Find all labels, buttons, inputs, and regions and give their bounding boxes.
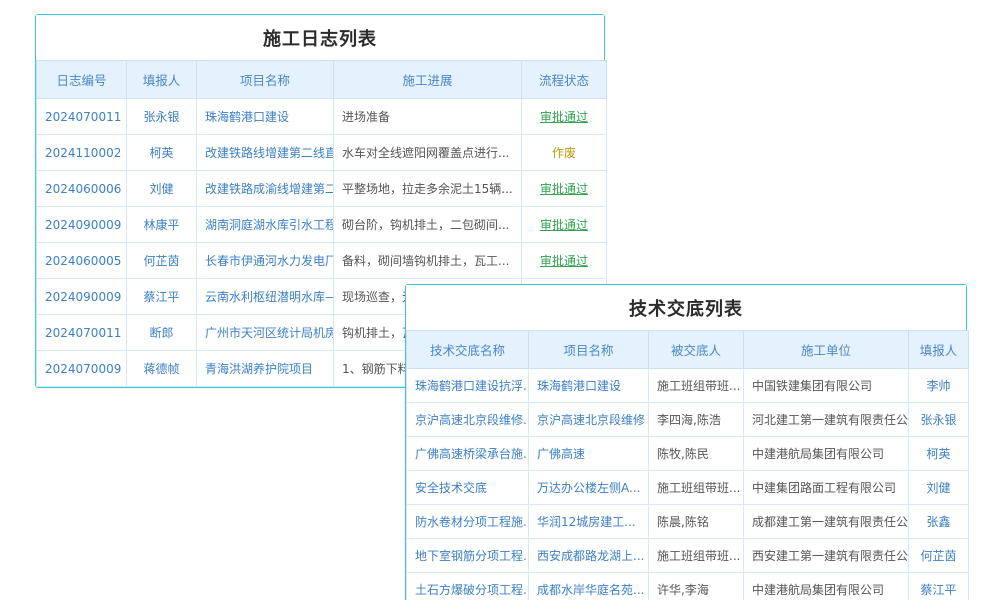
table-row: 2024090009林康平湖南洞庭湖水库引水工程...砌台阶，钩机排土，二包砌间…	[37, 207, 607, 243]
disclosure-name-cell[interactable]: 安全技术交底	[407, 471, 529, 505]
project-name-cell[interactable]: 云南水利枢纽潜明水库—...	[197, 279, 334, 315]
progress-cell: 平整场地，拉走多余泥土15辆...	[334, 171, 522, 207]
project-name-cell[interactable]: 改建铁路成渝线增建第二...	[197, 171, 334, 207]
reporter-cell[interactable]: 蔡江平	[909, 573, 969, 600]
reporter-cell[interactable]: 柯英	[127, 135, 197, 171]
status-cell: 审批通过	[522, 207, 607, 243]
header-row: 技术交底名称项目名称被交底人施工单位填报人	[407, 331, 969, 369]
reporter-cell[interactable]: 张鑫	[909, 505, 969, 539]
reporter-cell[interactable]: 蒋德帧	[127, 351, 197, 387]
table-row: 地下室钢筋分项工程...西安成都路龙湖上...施工班组带班...西安建工第一建筑…	[407, 539, 969, 573]
construction-unit-cell: 西安建工第一建筑有限责任公司	[744, 539, 909, 573]
reporter-cell[interactable]: 李帅	[909, 369, 969, 403]
column-header-reporter: 填报人	[127, 61, 197, 99]
construction-unit-cell: 中建港航局集团有限公司	[744, 573, 909, 600]
recipient-cell: 李四海,陈浩	[649, 403, 744, 437]
project-name-cell[interactable]: 成都水岸华庭名苑...	[529, 573, 649, 600]
technical-disclosure-table: 技术交底名称项目名称被交底人施工单位填报人珠海鹤港口建设抗浮...珠海鹤港口建设…	[406, 330, 969, 600]
column-header-log-id: 日志编号	[37, 61, 127, 99]
column-header-reporter: 填报人	[909, 331, 969, 369]
table-row: 土石方爆破分项工程...成都水岸华庭名苑...许华,李海中建港航局集团有限公司蔡…	[407, 573, 969, 600]
disclosure-name-cell[interactable]: 广佛高速桥梁承台施...	[407, 437, 529, 471]
log-id-cell[interactable]: 2024070011	[37, 99, 127, 135]
log-id-cell[interactable]: 2024070011	[37, 315, 127, 351]
status-cell: 审批通过	[522, 243, 607, 279]
column-header-progress: 施工进展	[334, 61, 522, 99]
table-row: 广佛高速桥梁承台施...广佛高速陈牧,陈民中建港航局集团有限公司柯英	[407, 437, 969, 471]
recipient-cell: 施工班组带班...	[649, 369, 744, 403]
disclosure-name-cell[interactable]: 地下室钢筋分项工程...	[407, 539, 529, 573]
project-name-cell[interactable]: 西安成都路龙湖上...	[529, 539, 649, 573]
recipient-cell: 许华,李海	[649, 573, 744, 600]
column-header-project-name: 项目名称	[529, 331, 649, 369]
progress-cell: 水车对全线遮阳网覆盖点进行...	[334, 135, 522, 171]
recipient-cell: 陈牧,陈民	[649, 437, 744, 471]
technical-disclosure-title: 技术交底列表	[406, 285, 966, 330]
construction-unit-cell: 河北建工第一建筑有限责任公司	[744, 403, 909, 437]
project-name-cell[interactable]: 珠海鹤港口建设	[529, 369, 649, 403]
disclosure-name-cell[interactable]: 京沪高速北京段维修...	[407, 403, 529, 437]
project-name-cell[interactable]: 京沪高速北京段维修	[529, 403, 649, 437]
reporter-cell[interactable]: 张永银	[127, 99, 197, 135]
reporter-cell[interactable]: 刘健	[127, 171, 197, 207]
log-id-cell[interactable]: 2024090009	[37, 279, 127, 315]
table-row: 京沪高速北京段维修...京沪高速北京段维修李四海,陈浩河北建工第一建筑有限责任公…	[407, 403, 969, 437]
construction-unit-cell: 中建港航局集团有限公司	[744, 437, 909, 471]
project-name-cell[interactable]: 万达办公楼左侧A...	[529, 471, 649, 505]
reporter-cell[interactable]: 何芷茵	[909, 539, 969, 573]
column-header-recipient: 被交底人	[649, 331, 744, 369]
construction-unit-cell: 中建集团路面工程有限公司	[744, 471, 909, 505]
reporter-cell[interactable]: 蔡江平	[127, 279, 197, 315]
status-cell: 审批通过	[522, 171, 607, 207]
log-id-cell[interactable]: 2024060005	[37, 243, 127, 279]
table-row: 安全技术交底万达办公楼左侧A...施工班组带班...中建集团路面工程有限公司刘健	[407, 471, 969, 505]
construction-unit-cell: 中国铁建集团有限公司	[744, 369, 909, 403]
project-name-cell[interactable]: 广州市天河区统计局机房...	[197, 315, 334, 351]
log-id-cell[interactable]: 2024090009	[37, 207, 127, 243]
reporter-cell[interactable]: 断郎	[127, 315, 197, 351]
project-name-cell[interactable]: 广佛高速	[529, 437, 649, 471]
recipient-cell: 施工班组带班...	[649, 471, 744, 505]
column-header-disclosure-name: 技术交底名称	[407, 331, 529, 369]
column-header-construction-unit: 施工单位	[744, 331, 909, 369]
reporter-cell[interactable]: 何芷茵	[127, 243, 197, 279]
progress-cell: 备料，砌间墙钩机排土，瓦工...	[334, 243, 522, 279]
disclosure-name-cell[interactable]: 防水卷材分项工程施...	[407, 505, 529, 539]
technical-disclosure-panel: 技术交底列表 技术交底名称项目名称被交底人施工单位填报人珠海鹤港口建设抗浮...…	[405, 284, 967, 600]
table-row: 2024060005何芷茵长春市伊通河水力发电厂...备料，砌间墙钩机排土，瓦工…	[37, 243, 607, 279]
recipient-cell: 陈晨,陈铭	[649, 505, 744, 539]
progress-cell: 进场准备	[334, 99, 522, 135]
project-name-cell[interactable]: 珠海鹤港口建设	[197, 99, 334, 135]
construction-unit-cell: 成都建工第一建筑有限责任公司	[744, 505, 909, 539]
column-header-status: 流程状态	[522, 61, 607, 99]
log-id-cell[interactable]: 2024110002	[37, 135, 127, 171]
table-row: 2024060006刘健改建铁路成渝线增建第二...平整场地，拉走多余泥土15辆…	[37, 171, 607, 207]
header-row: 日志编号填报人项目名称施工进展流程状态	[37, 61, 607, 99]
construction-log-title: 施工日志列表	[36, 15, 604, 60]
reporter-cell[interactable]: 柯英	[909, 437, 969, 471]
reporter-cell[interactable]: 张永银	[909, 403, 969, 437]
project-name-cell[interactable]: 改建铁路线增建第二线直...	[197, 135, 334, 171]
disclosure-name-cell[interactable]: 珠海鹤港口建设抗浮...	[407, 369, 529, 403]
table-row: 2024110002柯英改建铁路线增建第二线直...水车对全线遮阳网覆盖点进行.…	[37, 135, 607, 171]
project-name-cell[interactable]: 湖南洞庭湖水库引水工程...	[197, 207, 334, 243]
project-name-cell[interactable]: 青海洪湖养护院项目	[197, 351, 334, 387]
project-name-cell[interactable]: 华润12城房建工...	[529, 505, 649, 539]
table-row: 2024070011张永银珠海鹤港口建设进场准备审批通过	[37, 99, 607, 135]
recipient-cell: 施工班组带班...	[649, 539, 744, 573]
project-name-cell[interactable]: 长春市伊通河水力发电厂...	[197, 243, 334, 279]
reporter-cell[interactable]: 刘健	[909, 471, 969, 505]
reporter-cell[interactable]: 林康平	[127, 207, 197, 243]
column-header-project-name: 项目名称	[197, 61, 334, 99]
table-row: 珠海鹤港口建设抗浮...珠海鹤港口建设施工班组带班...中国铁建集团有限公司李帅	[407, 369, 969, 403]
disclosure-name-cell[interactable]: 土石方爆破分项工程...	[407, 573, 529, 600]
table-row: 防水卷材分项工程施...华润12城房建工...陈晨,陈铭成都建工第一建筑有限责任…	[407, 505, 969, 539]
log-id-cell[interactable]: 2024060006	[37, 171, 127, 207]
status-cell: 作废	[522, 135, 607, 171]
log-id-cell[interactable]: 2024070009	[37, 351, 127, 387]
status-cell: 审批通过	[522, 99, 607, 135]
progress-cell: 砌台阶，钩机排土，二包砌间...	[334, 207, 522, 243]
